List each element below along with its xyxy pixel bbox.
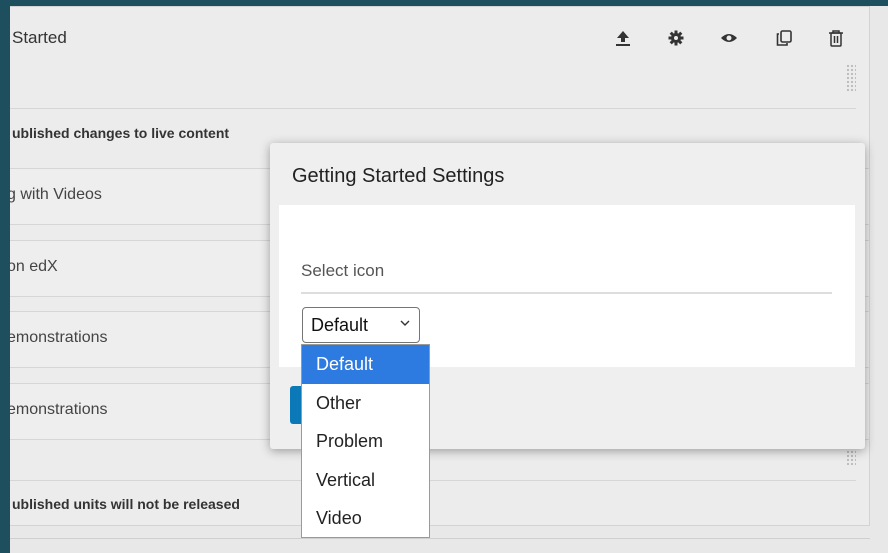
icon-dropdown-list: Default Other Problem Vertical Video (301, 344, 430, 538)
section-title[interactable]: Started (12, 28, 67, 48)
dropdown-option[interactable]: Problem (302, 422, 429, 461)
dropdown-option[interactable]: Video (302, 499, 429, 538)
unit-title[interactable]: on edX (10, 258, 58, 276)
chevron-down-icon (400, 317, 410, 331)
unpublished-note: ublished units will not be released (12, 496, 240, 512)
modal-title: Getting Started Settings (292, 165, 505, 187)
gear-icon[interactable] (666, 28, 686, 48)
eye-icon[interactable] (719, 28, 739, 48)
unit-title[interactable]: emonstrations (10, 401, 108, 419)
unit-title[interactable]: emonstrations (10, 329, 108, 347)
modal-body: Select icon Default (279, 205, 855, 367)
select-icon-label: Select icon (301, 261, 385, 280)
drag-handle[interactable] (846, 446, 856, 466)
divider (10, 108, 856, 109)
dropdown-option[interactable]: Default (302, 345, 429, 384)
trash-icon[interactable] (826, 28, 846, 48)
divider (10, 480, 856, 481)
drag-handle[interactable] (846, 64, 856, 92)
publish-status-note: ublished changes to live content (12, 125, 230, 141)
icon-select[interactable]: Default (302, 307, 420, 343)
unit-title[interactable]: g with Videos (10, 186, 102, 204)
dropdown-option[interactable]: Other (302, 384, 429, 423)
icon-select-value: Default (311, 314, 369, 335)
divider (10, 538, 870, 539)
publish-icon[interactable] (613, 28, 633, 48)
duplicate-icon[interactable] (774, 28, 794, 48)
dropdown-option[interactable]: Vertical (302, 461, 429, 500)
field-divider (301, 292, 832, 294)
